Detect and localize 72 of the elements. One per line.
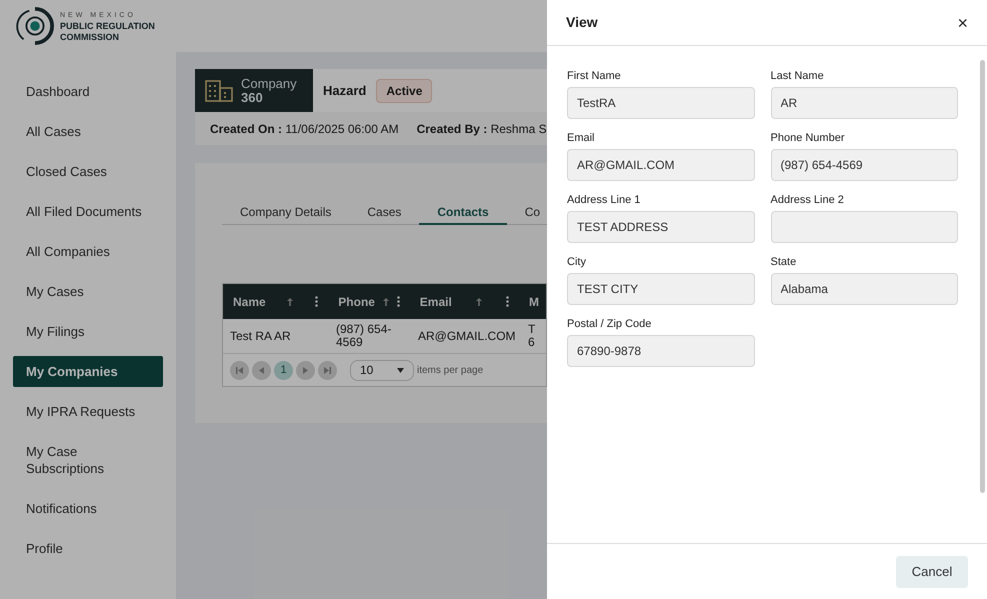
field-label: Address Line 2	[770, 194, 845, 206]
logo-title: PUBLIC REGULATION	[60, 20, 155, 32]
first-page-icon	[236, 366, 243, 374]
next-page-icon	[303, 366, 308, 374]
input-field[interactable]: TEST ADDRESS	[567, 211, 754, 243]
sidebar-item[interactable]: All Companies	[13, 236, 163, 267]
company-number: 360	[241, 90, 263, 104]
building-icon	[205, 80, 233, 102]
status-badge: Active	[376, 78, 432, 102]
tab[interactable]: Contacts	[419, 201, 507, 225]
sort-arrow-icon[interactable]	[287, 298, 294, 306]
sort-arrow-icon[interactable]	[382, 298, 389, 306]
tab[interactable]: Company Details	[222, 201, 350, 225]
input-field[interactable]: Alabama	[770, 273, 958, 305]
column-header[interactable]: Email	[420, 292, 452, 310]
next-page-button[interactable]	[296, 360, 315, 380]
cancel-button[interactable]: Cancel	[896, 556, 968, 588]
field-label: City	[567, 256, 587, 268]
dropdown-caret-icon	[397, 368, 404, 372]
tab[interactable]: Cases	[349, 201, 420, 225]
field-label: Address Line 1	[567, 194, 642, 206]
sidebar-item[interactable]: My Cases	[13, 276, 163, 307]
logo-title: COMMISSION	[60, 32, 120, 42]
table-cell-text: (987) 654-4569	[335, 323, 392, 349]
input-field[interactable]: AR	[770, 87, 958, 119]
page-size-label: items per page	[417, 364, 484, 378]
field-label: State	[770, 256, 798, 268]
more-icon[interactable]	[315, 296, 318, 307]
more-icon[interactable]	[506, 296, 509, 307]
sidebar-item[interactable]: Dashboard	[13, 76, 163, 107]
sidebar-item[interactable]: My Case Subscriptions	[13, 436, 163, 484]
sidebar-item[interactable]: Closed Cases	[13, 156, 163, 187]
sidebar-item[interactable]: All Filed Documents	[13, 196, 163, 227]
last-page-icon	[324, 366, 331, 374]
created-on-text: Created On : 11/06/2025 06:00 AM	[210, 120, 399, 138]
field-label: Postal / Zip Code	[567, 318, 652, 330]
field-label: Last Name	[770, 70, 825, 82]
input-field[interactable]: TestRA	[567, 87, 754, 119]
sidebar-item[interactable]: My IPRA Requests	[13, 396, 163, 427]
field-label: First Name	[567, 70, 622, 82]
first-page-button[interactable]	[230, 360, 249, 380]
company-name: Hazard	[323, 82, 366, 100]
close-button[interactable]: ×	[957, 14, 968, 32]
created-by-text: Created By : Reshma S	[416, 120, 547, 138]
table-cell-text: T 6	[527, 323, 536, 349]
previous-page-icon	[259, 366, 264, 374]
field-label: Phone Number	[770, 132, 846, 144]
sidebar-item[interactable]: All Cases	[13, 116, 163, 147]
page-button[interactable]: 1	[274, 360, 293, 380]
input-field[interactable]: AR@GMAIL.COM	[567, 149, 754, 181]
previous-page-button[interactable]	[252, 360, 271, 380]
table-cell-text: Test RA AR	[229, 330, 292, 342]
company-label: Company	[241, 76, 297, 90]
more-icon[interactable]	[396, 296, 400, 307]
sidebar-item[interactable]: My Filings	[13, 316, 163, 347]
table-cell-text: AR@GMAIL.COM	[417, 330, 517, 342]
sidebar-item[interactable]: My Companies	[13, 356, 163, 387]
sidebar-item[interactable]: Notifications	[13, 493, 163, 524]
sort-arrow-icon[interactable]	[476, 298, 482, 306]
input-field[interactable]: 67890-9878	[567, 335, 754, 367]
drawer-title: View	[566, 13, 598, 32]
field-label: Email	[567, 132, 596, 144]
column-header[interactable]: M	[529, 292, 540, 310]
input-field[interactable]: (987) 654-4569	[770, 149, 958, 181]
column-header[interactable]: Phone	[338, 292, 375, 310]
sidebar-item[interactable]: Profile	[13, 533, 163, 564]
input-field[interactable]	[770, 211, 958, 243]
page-size-select[interactable]: 10	[350, 360, 414, 380]
last-page-button[interactable]	[318, 360, 337, 380]
logo-icon	[16, 7, 54, 45]
column-header[interactable]: Name	[233, 292, 266, 310]
input-field[interactable]: TEST CITY	[567, 273, 754, 305]
